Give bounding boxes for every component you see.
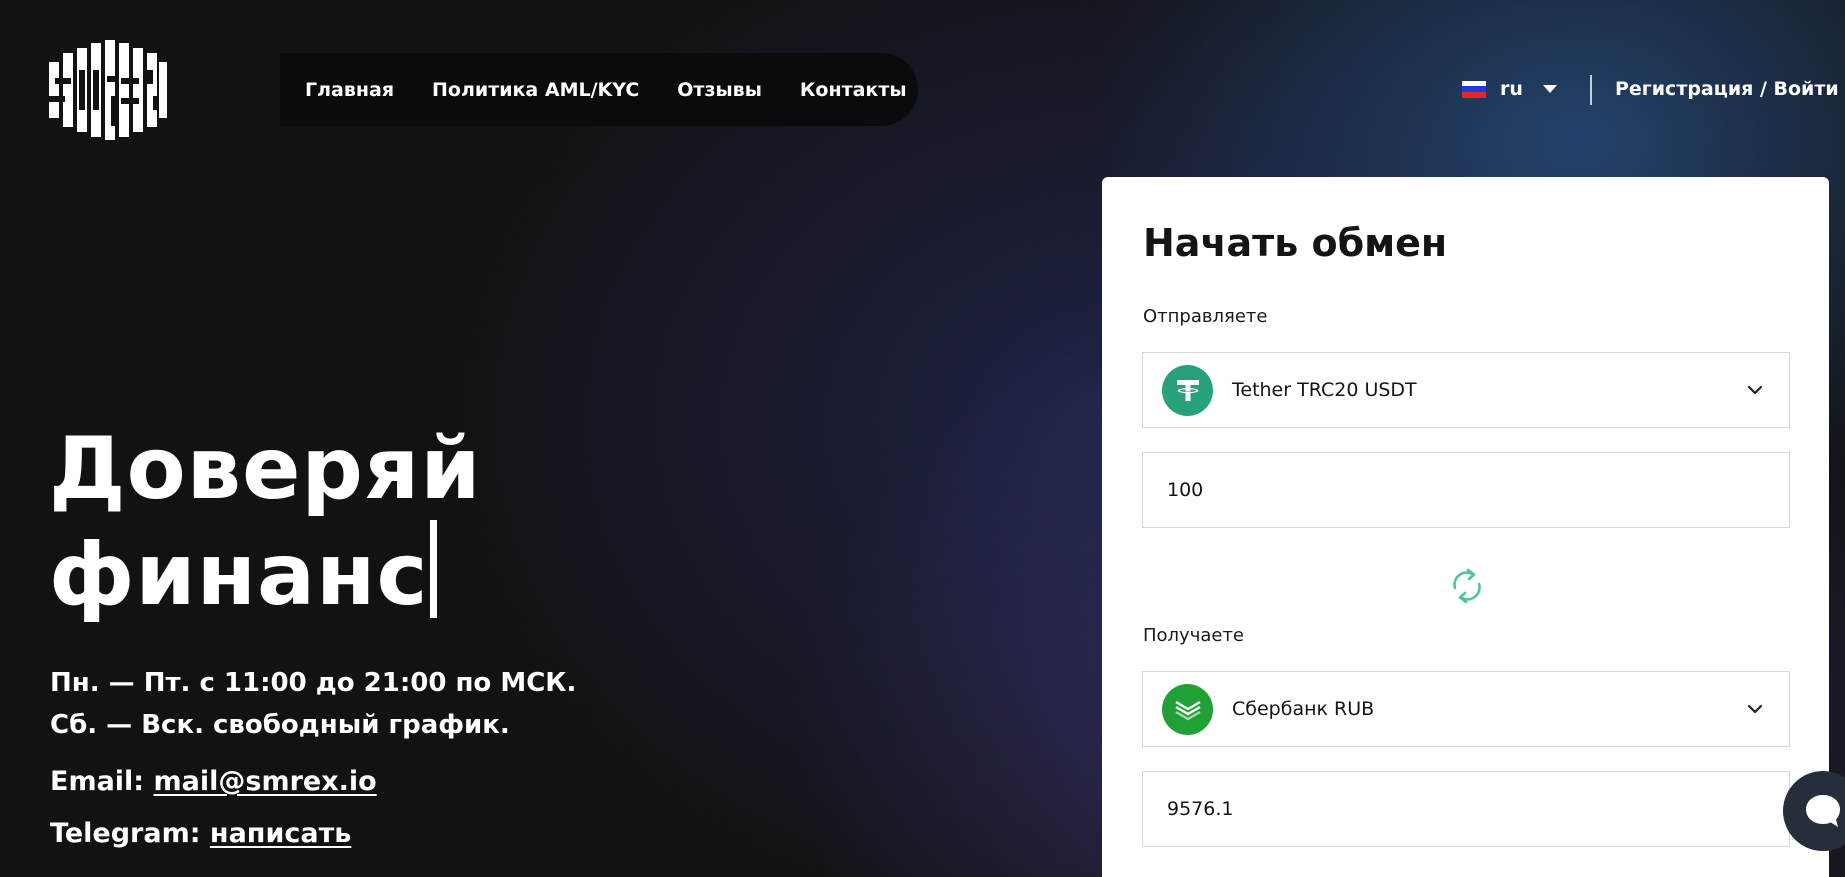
- sberbank-icon: [1162, 683, 1213, 735]
- chat-icon: [1806, 795, 1840, 827]
- nav-link-home[interactable]: Главная: [305, 79, 394, 101]
- smrex-logo[interactable]: [49, 40, 167, 140]
- receive-label: Получаете: [1143, 625, 1245, 646]
- working-hours-weekend: Сб. — Вск. свободный график.: [50, 710, 510, 740]
- nav-link-reviews[interactable]: Отзывы: [677, 79, 762, 101]
- telegram-label: Telegram:: [50, 818, 201, 849]
- russia-flag-icon: [1462, 80, 1486, 98]
- refresh-icon[interactable]: [1445, 564, 1489, 608]
- send-label: Отправляете: [1143, 306, 1268, 327]
- main-nav: Главная Политика AML/KYC Отзывы Контакты: [280, 53, 918, 126]
- email-contact: Email: mail@smrex.io: [50, 766, 377, 797]
- language-selector[interactable]: ru: [1462, 78, 1557, 100]
- exchange-title: Начать обмен: [1143, 221, 1448, 265]
- send-currency-select[interactable]: Tether TRC20 USDT: [1142, 352, 1790, 428]
- receive-currency-name: Сбербанк RUB: [1232, 698, 1375, 720]
- language-label: ru: [1500, 78, 1523, 100]
- header-divider: [1590, 75, 1592, 105]
- hero-title: Доверяй финанс: [49, 418, 481, 626]
- chevron-down-icon: [1747, 385, 1763, 395]
- email-label: Email:: [50, 766, 145, 797]
- email-link[interactable]: mail@smrex.io: [154, 766, 377, 797]
- nav-link-contacts[interactable]: Контакты: [800, 79, 907, 101]
- nav-link-aml-kyc[interactable]: Политика AML/KYC: [432, 79, 639, 101]
- telegram-contact: Telegram: написать: [50, 818, 351, 849]
- typing-cursor: [430, 520, 438, 618]
- chevron-down-icon: [1747, 704, 1763, 714]
- exchange-card: Начать обмен Отправляете Tether TRC20 US…: [1102, 177, 1829, 877]
- working-hours: Пн. — Пт. с 11:00 до 21:00 по МСК. Сб. —…: [50, 662, 576, 746]
- send-amount-input[interactable]: [1142, 452, 1790, 528]
- hero-title-line2: финанс: [49, 525, 429, 625]
- register-login-link[interactable]: Регистрация / Войти: [1615, 78, 1839, 100]
- send-currency-name: Tether TRC20 USDT: [1232, 379, 1417, 401]
- working-hours-weekdays: Пн. — Пт. с 11:00 до 21:00 по МСК.: [50, 668, 577, 698]
- receive-currency-select[interactable]: Сбербанк RUB: [1142, 671, 1790, 747]
- tether-icon: [1162, 364, 1213, 416]
- hero-title-line1: Доверяй: [49, 419, 482, 519]
- receive-amount-input[interactable]: [1142, 771, 1790, 847]
- telegram-link[interactable]: написать: [210, 818, 351, 849]
- caret-down-icon: [1542, 85, 1557, 93]
